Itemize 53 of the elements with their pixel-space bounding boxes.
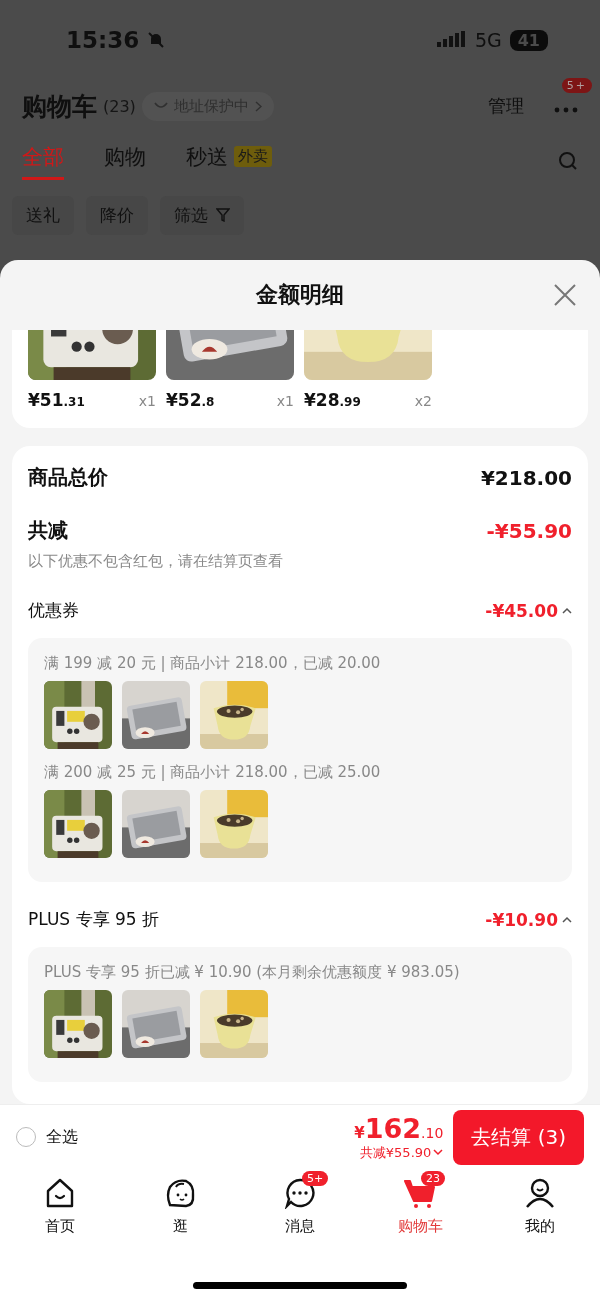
nav-tab[interactable]: 首页 [45,1217,75,1236]
face-icon [164,1177,196,1209]
nav-tab[interactable]: 我的 [525,1217,555,1236]
network-type: 5G [474,29,502,51]
item-price: ¥51.31 [28,390,85,410]
tab-tag: 外卖 [234,146,272,167]
chevron-icon [562,607,572,614]
checkout-button[interactable]: 去结算 (3) [453,1109,584,1165]
section-label: 优惠券 [28,599,79,622]
section-label: PLUS 专享 95 折 [28,908,159,931]
discount-label: 共减 [28,517,68,544]
count-badge: 23 [421,1171,445,1186]
notification-badge: 5+ [561,78,592,93]
discount-note: 以下优惠不包含红包，请在结算页查看 [28,552,284,571]
battery-level: 41 [509,29,548,51]
saved-amount[interactable]: 共减¥55.90 [359,1143,444,1162]
smile-icon [153,101,168,111]
chevron-icon [562,916,572,923]
discount-detail: 满 200 减 25 元 | 商品小计 218.00，已减 25.00 [44,763,382,782]
close-icon[interactable] [554,284,576,306]
item-price: ¥52.8 [166,390,215,410]
item-quantity: x2 [414,393,432,409]
tab[interactable]: 秒送 外卖 [186,142,272,180]
tab[interactable]: 购物 [104,142,146,180]
chevron-icon [433,1149,444,1156]
status-time: 15:36 [66,27,140,53]
person-icon [524,1177,556,1209]
funnel-icon [216,208,230,222]
item-price: ¥28.99 [304,390,361,410]
muted-bell-icon [147,31,166,49]
discount-detail: 满 199 减 20 元 | 商品小计 218.00，已减 20.00 [44,654,382,673]
count-badge: 5+ [302,1171,329,1186]
more-icon[interactable] [554,107,578,113]
nav-tab[interactable]: 逛 [172,1217,188,1236]
manage-button[interactable]: 管理 [488,94,524,118]
discount-value: -¥55.90 [486,518,572,543]
signal-icon [436,31,467,49]
select-all-label: 全选 [46,1126,78,1148]
discount-detail: PLUS 专享 95 折已减 ¥ 10.90 (本月剩余优惠额度 ¥ 983.05) [44,963,461,982]
search-icon[interactable] [558,151,578,171]
sheet-title: 金额明细 [256,281,344,309]
chevron-icon [254,100,262,112]
nav-tab[interactable]: 购物车 [397,1217,443,1236]
total-label: 商品总价 [28,464,108,491]
nav-tab[interactable]: 消息 [285,1217,315,1236]
item-quantity: x1 [276,393,294,409]
total-value: ¥218.00 [480,465,572,490]
item-quantity: x1 [138,393,156,409]
section-toggle[interactable]: -¥45.00 [485,600,572,621]
total-price: ¥162.10 [354,1112,444,1144]
home-icon [44,1177,76,1209]
page-title: 购物车 [22,90,97,123]
section-toggle[interactable]: -¥10.90 [485,909,572,930]
